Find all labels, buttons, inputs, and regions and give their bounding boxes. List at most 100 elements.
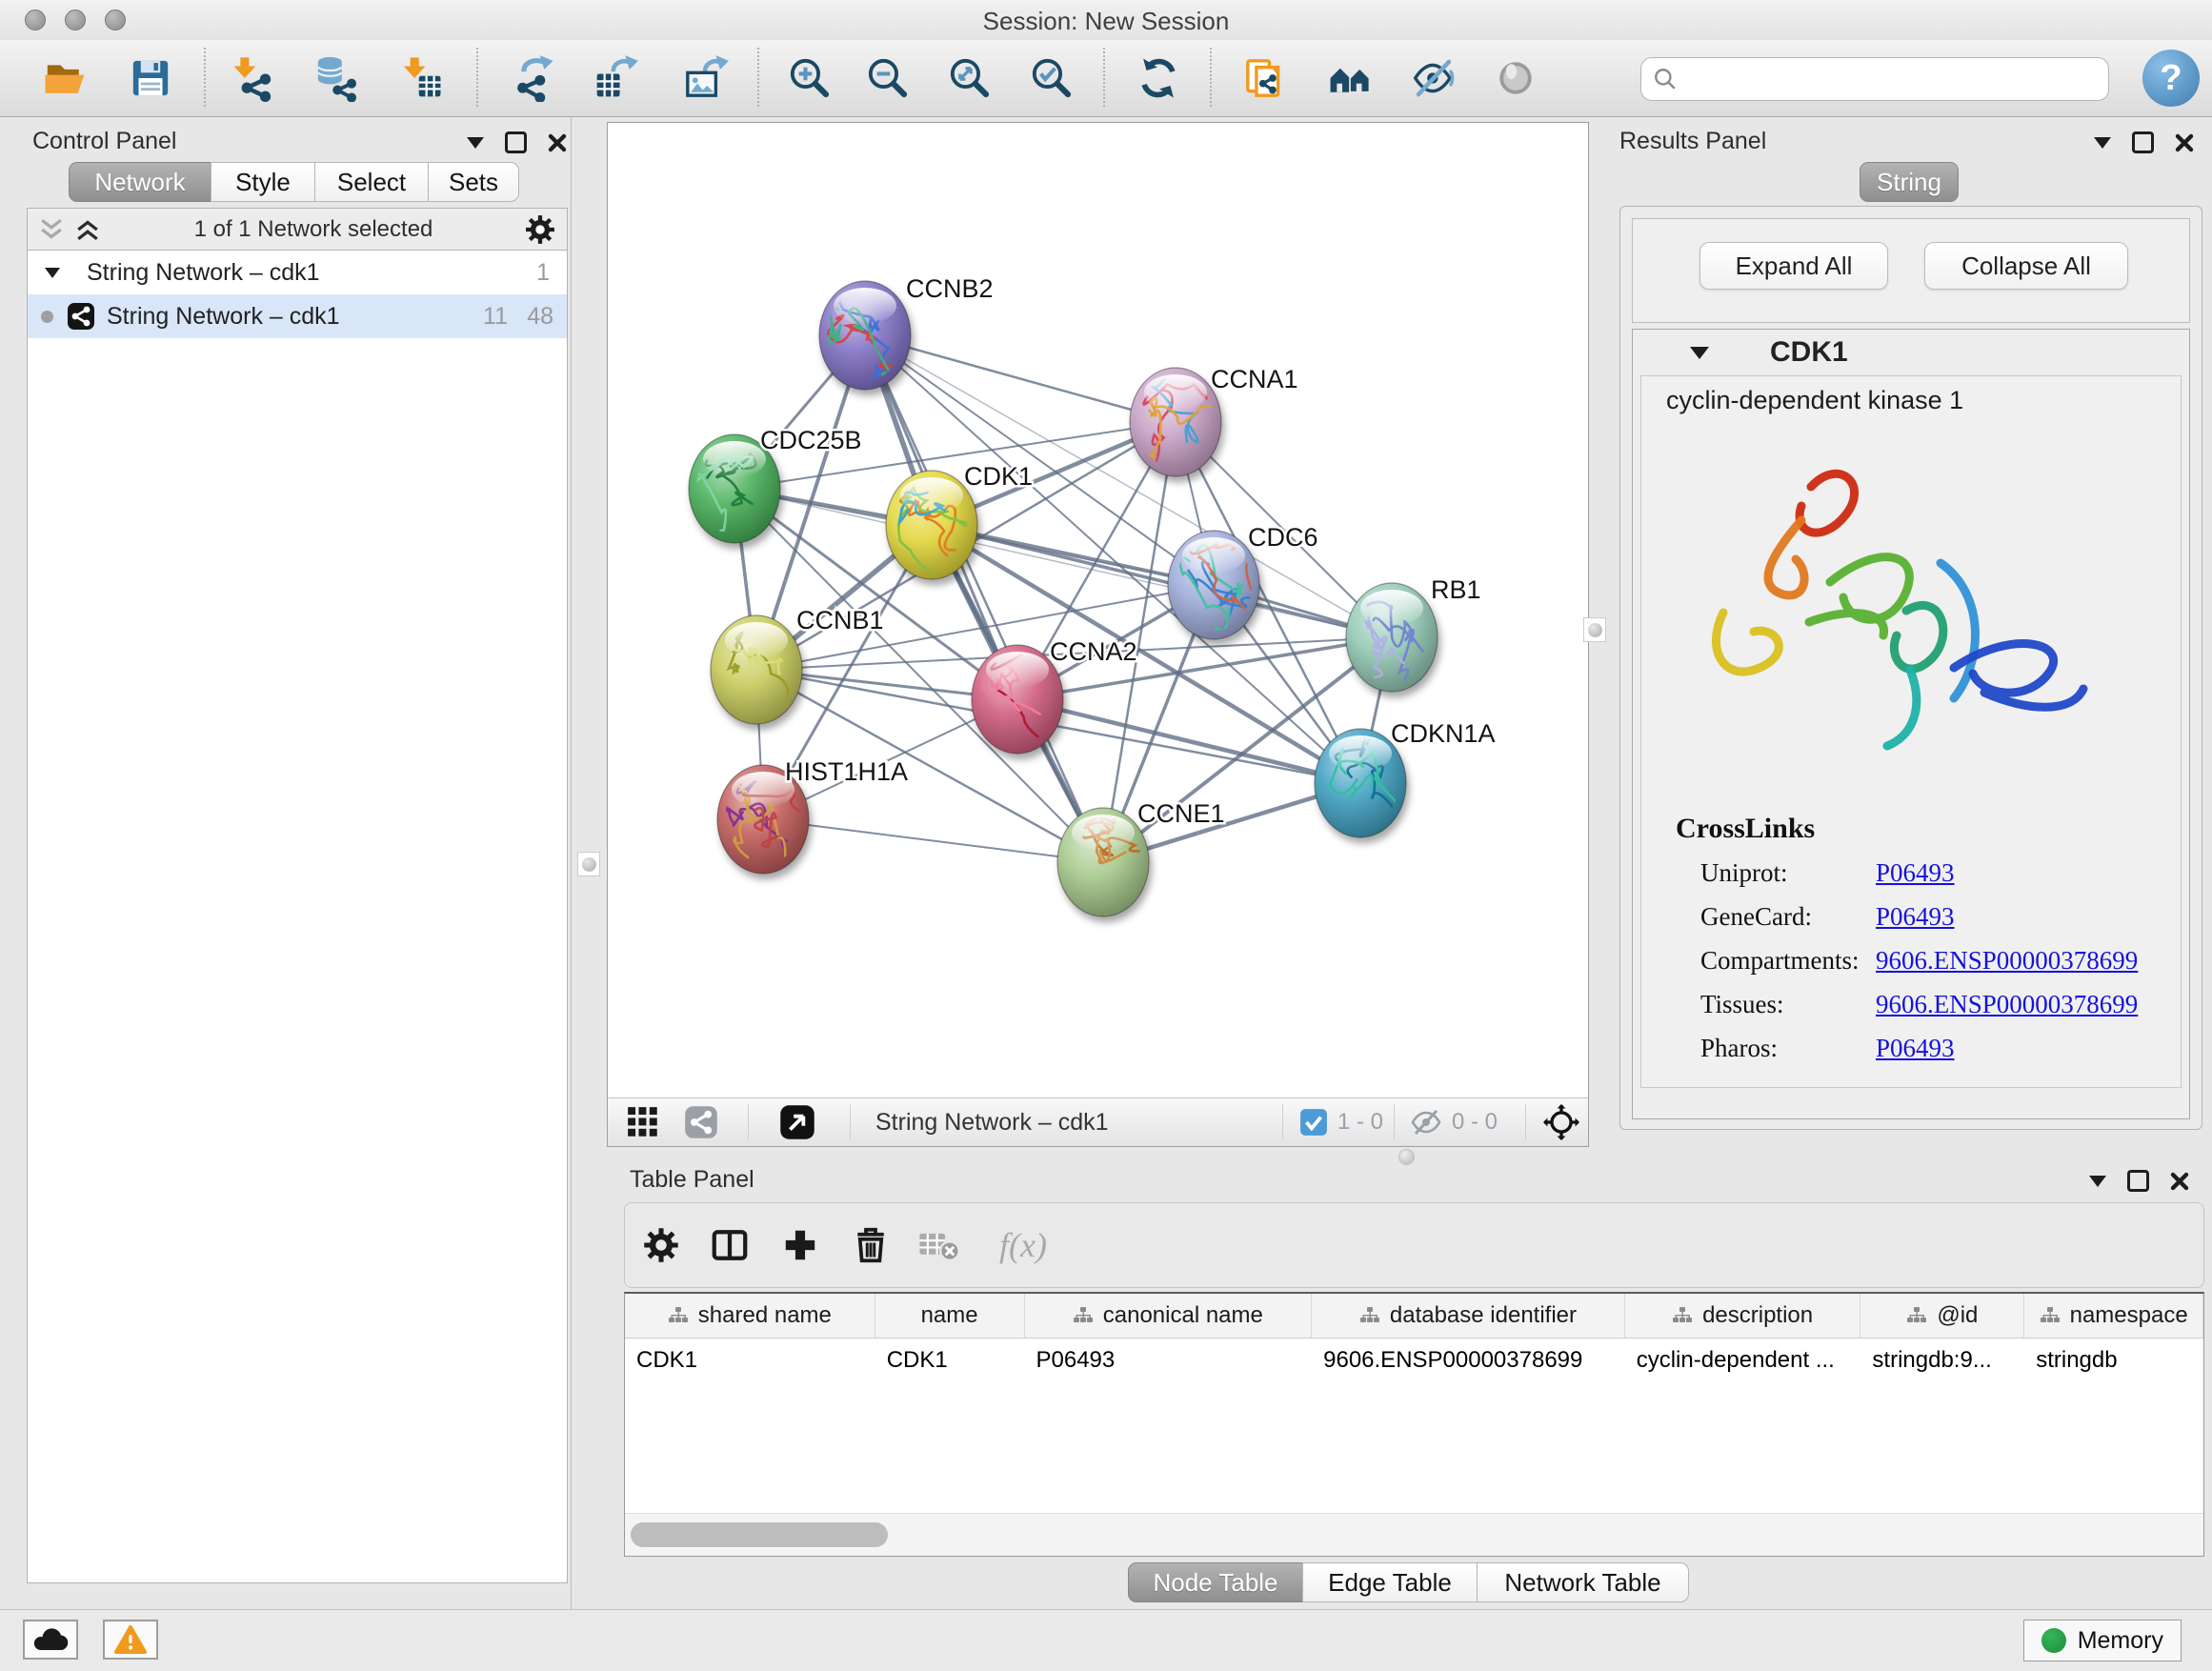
table-settings-button[interactable] <box>633 1203 690 1287</box>
crosslink-row: Pharos:P06493 <box>1700 1034 1955 1077</box>
zoom-fit-button[interactable] <box>939 48 1000 109</box>
table-cell[interactable]: stringdb <box>2024 1339 2203 1382</box>
network-node-CCNA1[interactable]: CCNA1 <box>1130 361 1298 495</box>
crosslink-link[interactable]: 9606.ENSP00000378699 <box>1876 946 2138 990</box>
table-cell[interactable]: P06493 <box>1025 1339 1313 1382</box>
gear-icon[interactable] <box>525 214 555 245</box>
show-columns-button[interactable] <box>701 1203 758 1287</box>
refresh-button[interactable] <box>1128 48 1189 109</box>
collection-expand-icon[interactable] <box>45 268 60 278</box>
float-panel-icon[interactable] <box>505 131 527 153</box>
splitter-handle[interactable] <box>1398 1149 1415 1165</box>
scrollbar-thumb[interactable] <box>631 1522 888 1547</box>
close-panel-icon[interactable] <box>2175 133 2194 152</box>
protein-section-header[interactable]: CDK1 <box>1633 330 2189 375</box>
warning-icon <box>113 1624 148 1655</box>
table-cell[interactable]: 9606.ENSP00000378699 <box>1312 1339 1625 1382</box>
add-column-button[interactable] <box>772 1203 829 1287</box>
table-cell[interactable]: cyclin-dependent ... <box>1625 1339 1861 1382</box>
collapse-all-icon[interactable] <box>37 217 66 242</box>
export-image-button[interactable] <box>674 48 735 109</box>
network-node-CCNA2[interactable]: CCNA2 <box>972 637 1137 763</box>
expand-all-button[interactable]: Expand All <box>1699 242 1888 290</box>
column-header-name[interactable]: name <box>875 1294 1025 1338</box>
show-grid-button[interactable] <box>627 1098 659 1146</box>
network-node-CDKN1A[interactable]: CDKN1A <box>1315 719 1496 837</box>
column-header--id[interactable]: @id <box>1860 1294 2024 1338</box>
center-view-button[interactable] <box>1543 1098 1579 1146</box>
panel-menu-icon[interactable] <box>2094 137 2111 149</box>
toolbar-separator <box>204 48 206 107</box>
splitter-handle[interactable] <box>577 852 600 876</box>
expand-all-icon[interactable] <box>73 217 102 242</box>
import-network-from-file-button[interactable] <box>223 48 284 109</box>
crosslink-link[interactable]: P06493 <box>1876 1034 1955 1077</box>
horizontal-scrollbar[interactable] <box>625 1513 2203 1556</box>
network-collection-row[interactable]: String Network – cdk1 1 <box>28 251 567 294</box>
network-node-RB1[interactable]: RB1 <box>1346 575 1481 699</box>
column-header-shared-name[interactable]: shared name <box>625 1294 875 1338</box>
table-row[interactable]: CDK1CDK1P064939606.ENSP00000378699cyclin… <box>625 1339 2203 1382</box>
tab-sets[interactable]: Sets <box>428 162 519 202</box>
panel-menu-icon[interactable] <box>467 137 484 149</box>
hide-glass-button[interactable] <box>1403 48 1464 109</box>
selected-indicator[interactable]: 1 - 0 <box>1299 1098 1383 1146</box>
column-header-namespace[interactable]: namespace <box>2024 1294 2203 1338</box>
float-panel-icon[interactable] <box>2132 131 2154 153</box>
zoom-selected-button[interactable] <box>1021 48 1082 109</box>
help-button[interactable]: ? <box>2142 50 2200 107</box>
column-header-description[interactable]: description <box>1625 1294 1861 1338</box>
crosslink-link[interactable]: P06493 <box>1876 902 1955 946</box>
warnings-button[interactable] <box>103 1620 158 1660</box>
zoom-out-button[interactable] <box>857 48 918 109</box>
table-cell[interactable]: CDK1 <box>875 1339 1025 1382</box>
export-table-button[interactable] <box>585 48 646 109</box>
open-session-button[interactable] <box>34 48 95 109</box>
column-header-canonical-name[interactable]: canonical name <box>1025 1294 1313 1338</box>
save-session-button[interactable] <box>120 48 181 109</box>
tab-network-table[interactable]: Network Table <box>1477 1562 1689 1602</box>
delete-table-icon <box>918 1229 960 1261</box>
crosslink-link[interactable]: 9606.ENSP00000378699 <box>1876 990 2138 1034</box>
import-network-from-database-button[interactable] <box>305 48 366 109</box>
network-node-CCNE1[interactable]: CCNE1 <box>1057 799 1225 916</box>
clone-network-button[interactable] <box>1235 48 1296 109</box>
tab-edge-table[interactable]: Edge Table <box>1302 1562 1478 1602</box>
tab-node-table[interactable]: Node Table <box>1128 1562 1303 1602</box>
birds-eye-view-button[interactable] <box>779 1098 815 1146</box>
close-panel-icon[interactable] <box>2170 1172 2189 1191</box>
cloud-button[interactable] <box>23 1620 78 1660</box>
delete-column-button[interactable] <box>842 1203 899 1287</box>
show-graphics-button[interactable] <box>1485 48 1546 109</box>
string-home-button[interactable] <box>1319 48 1380 109</box>
close-panel-icon[interactable] <box>548 133 567 152</box>
string-style-button[interactable] <box>684 1098 718 1146</box>
section-expand-icon[interactable] <box>1690 347 1709 359</box>
tab-network[interactable]: Network <box>69 162 211 202</box>
table-cell[interactable]: CDK1 <box>625 1339 875 1382</box>
network-node-CCNB1[interactable]: CCNB1 <box>711 606 884 729</box>
memory-button[interactable]: Memory <box>2023 1620 2182 1661</box>
network-tree: String Network – cdk1 1 String Network –… <box>27 250 568 1583</box>
node-label-CDC25B: CDC25B <box>760 426 862 454</box>
import-table-from-file-button[interactable] <box>391 48 452 109</box>
table-cell[interactable]: stringdb:9... <box>1860 1339 2024 1382</box>
network-graph[interactable]: CCNB2CCNA1CDC25BCDK1CDC6RB1CCNB1CCNA2CDK… <box>608 123 1588 1098</box>
network-row[interactable]: String Network – cdk1 11 48 <box>28 294 567 338</box>
tab-string[interactable]: String <box>1860 162 1959 202</box>
float-panel-icon[interactable] <box>2127 1170 2149 1192</box>
column-header-database-identifier[interactable]: database identifier <box>1312 1294 1625 1338</box>
search-input[interactable] <box>1678 65 2108 93</box>
collapse-all-button[interactable]: Collapse All <box>1924 242 2128 290</box>
splitter-handle[interactable] <box>1583 617 1606 642</box>
panel-menu-icon[interactable] <box>2089 1176 2106 1187</box>
network-node-CDC6[interactable]: CDC6 <box>1168 523 1318 656</box>
network-node-HIST1H1A[interactable]: HIST1H1A <box>717 757 908 878</box>
crosslink-link[interactable]: P06493 <box>1876 858 1955 902</box>
hidden-indicator[interactable]: 0 - 0 <box>1410 1098 1498 1146</box>
tab-select[interactable]: Select <box>314 162 429 202</box>
tab-style[interactable]: Style <box>211 162 315 202</box>
zoom-in-button[interactable] <box>779 48 840 109</box>
node-count: 11 <box>483 303 508 331</box>
export-network-button[interactable] <box>503 48 564 109</box>
